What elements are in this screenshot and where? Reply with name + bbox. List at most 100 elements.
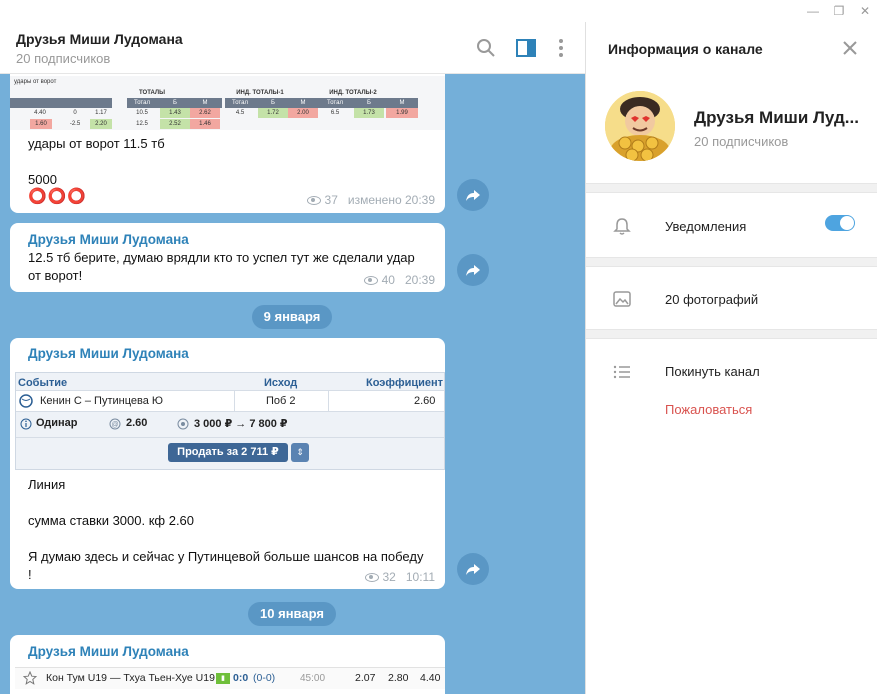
date-separator: 9 января — [252, 305, 332, 329]
chat-title[interactable]: Друзья Миши Лудомана — [16, 31, 183, 47]
match-minute: 45:00 — [300, 673, 326, 684]
odds-col-label: М — [202, 100, 208, 106]
red-circles-emoji: ⭕⭕⭕ — [28, 188, 88, 205]
match-odd: 2.07 — [355, 672, 376, 684]
odds-value: 2.52 — [160, 119, 190, 129]
odds-value: 6.5 — [330, 110, 340, 116]
match-score-detail: (0-0) — [253, 672, 276, 684]
restore-icon[interactable]: ❐ — [826, 0, 852, 22]
odds-col-label: Тотал — [134, 100, 150, 106]
match-row-image[interactable]: Кон Тум U19 — Тхуа Тьен-Хуе U19 ▮ 0:0 (0… — [15, 667, 445, 689]
odds-value: 4.5 — [235, 110, 245, 116]
svg-text:@: @ — [111, 422, 118, 429]
odds-value: 1.99 — [386, 108, 418, 118]
share-button[interactable] — [457, 553, 489, 585]
odds-value: 1.43 — [160, 108, 190, 118]
chat-subscribers: 20 подписчиков — [16, 51, 111, 66]
bet-slip-image[interactable]: Событие Исход Коэффициент Кенин С – Пути… — [15, 372, 445, 470]
list-icon — [613, 365, 630, 379]
slip-type: Одинар — [36, 417, 78, 429]
odds-value: 12.5 — [136, 121, 148, 127]
close-icon[interactable] — [842, 40, 858, 56]
chat-header: Друзья Миши Лудомана 20 подписчиков — [0, 22, 585, 74]
odds-col-label: Б — [173, 100, 177, 106]
odds-col-label: Тотал — [232, 100, 248, 106]
share-arrow-icon — [466, 265, 480, 276]
notifications-label[interactable]: Уведомления — [665, 219, 746, 234]
channel-info-panel: Информация о канале Друзья Миши Луд... 2… — [585, 22, 877, 694]
odds-group-label: ИНД. ТОТАЛЫ-2 — [329, 90, 377, 96]
chat-messages-area[interactable]: удары от ворот ТОТАЛЫ ИНД. ТОТАЛЫ-1 ИНД.… — [0, 74, 585, 694]
slip-bet-row: Кенин С – Путинцева Ю Поб 2 2.60 — [16, 390, 444, 412]
message-sender[interactable]: Друзья Миши Лудомана — [28, 346, 189, 361]
channel-avatar[interactable] — [605, 91, 675, 161]
money-icon — [177, 418, 189, 430]
views-icon — [363, 275, 378, 285]
panel-title: Информация о канале — [608, 41, 763, 57]
odds-value: 2.20 — [90, 119, 112, 129]
views-icon — [364, 572, 379, 582]
message-meta: 32 10:11 — [364, 570, 435, 584]
slip-col-coef: Коэффициент — [366, 377, 444, 389]
slip-total-coef: 2.60 — [126, 417, 148, 429]
share-arrow-icon — [466, 190, 480, 201]
odds-col-label: Тотал — [327, 100, 343, 106]
odds-value: 2.00 — [288, 108, 318, 118]
slip-coef: 2.60 — [414, 395, 436, 407]
share-button[interactable] — [457, 254, 489, 286]
odds-value: 1.60 — [30, 119, 52, 129]
photos-icon — [613, 291, 631, 307]
odds-value: 1.72 — [258, 108, 288, 118]
odds-table-image[interactable]: удары от ворот ТОТАЛЫ ИНД. ТОТАЛЫ-1 ИНД.… — [10, 74, 445, 130]
section-divider — [586, 183, 877, 193]
views-count: 40 — [381, 273, 395, 287]
leave-channel-button[interactable]: Покинуть канал — [665, 364, 760, 379]
more-menu-icon[interactable] — [549, 36, 573, 60]
report-button[interactable]: Пожаловаться — [665, 402, 752, 417]
channel-subscribers: 20 подписчиков — [694, 134, 789, 149]
message-sender[interactable]: Друзья Миши Лудомана — [28, 644, 189, 659]
notifications-toggle[interactable] — [825, 215, 855, 231]
slip-col-outcome: Исход — [264, 377, 298, 389]
photos-link[interactable]: 20 фотографий — [665, 292, 758, 307]
message-time: 10:11 — [405, 570, 435, 584]
sidebar-toggle-icon[interactable] — [514, 36, 538, 60]
odds-value: -2.5 — [69, 121, 81, 127]
message-bubble[interactable]: удары от ворот ТОТАЛЫ ИНД. ТОТАЛЫ-1 ИНД.… — [10, 74, 445, 213]
match-score: 0:0 — [233, 672, 249, 684]
message-meta: 40 20:39 — [363, 273, 435, 287]
message-time: 20:39 — [404, 273, 435, 287]
match-odd: 2.80 — [388, 672, 409, 684]
odds-col-label: М — [300, 100, 306, 106]
window-titlebar: — ❐ ✕ — [0, 0, 877, 22]
message-bubble[interactable]: Друзья Миши Лудомана Кон Тум U19 — Тхуа … — [10, 635, 445, 694]
match-odd: 4.40 — [420, 672, 441, 684]
slip-event: Кенин С – Путинцева Ю — [40, 395, 164, 407]
close-window-icon[interactable]: ✕ — [852, 0, 877, 22]
slip-col-event: Событие — [18, 377, 68, 389]
avatar-image — [605, 91, 675, 161]
message-bubble[interactable]: Друзья Миши Лудомана 12.5 тб берите, дум… — [10, 223, 445, 292]
coef-icon: @ — [109, 418, 121, 430]
match-teams: Кон Тум U19 — Тхуа Тьен-Хуе U19 — [46, 672, 215, 684]
message-bubble[interactable]: Друзья Миши Лудомана Событие Исход Коэфф… — [10, 338, 445, 589]
share-button[interactable] — [457, 179, 489, 211]
sort-arrows-icon[interactable]: ⇕ — [291, 443, 309, 462]
star-icon — [23, 671, 37, 685]
views-count: 37 — [324, 193, 338, 207]
odds-value: 2.62 — [190, 108, 220, 118]
message-meta: 37 изменено 20:39 — [306, 193, 435, 207]
search-icon[interactable] — [474, 36, 498, 60]
share-arrow-icon — [466, 564, 480, 575]
views-icon — [306, 195, 321, 205]
odds-value: 10.5 — [136, 110, 148, 116]
channel-name: Друзья Миши Луд... — [694, 108, 859, 127]
minimize-icon[interactable]: — — [800, 0, 826, 22]
sell-button[interactable]: Продать за 2 711 ₽ — [168, 443, 288, 462]
odds-header-label: удары от ворот — [14, 79, 57, 85]
odds-group-label: ТОТАЛЫ — [139, 90, 165, 96]
message-sender[interactable]: Друзья Миши Лудомана — [28, 232, 189, 247]
message-time: изменено 20:39 — [347, 193, 435, 207]
bell-icon — [613, 218, 631, 235]
odds-value: 0 — [73, 110, 77, 116]
